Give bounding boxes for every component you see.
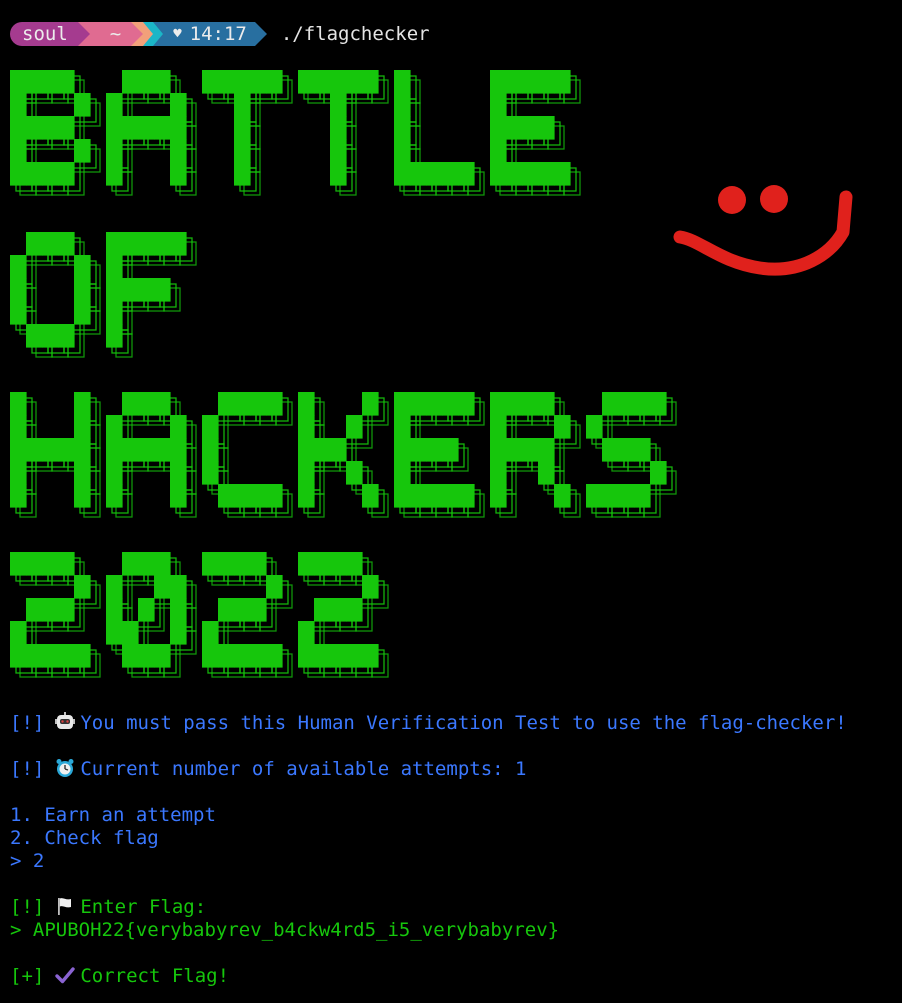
info-tag: [!] <box>10 758 45 780</box>
white-flag-icon <box>58 898 72 915</box>
banner-letter-b <box>10 70 101 196</box>
banner-line-battle <box>10 70 581 196</box>
smiley-mouth <box>673 190 853 276</box>
banner-letter-s <box>586 392 677 518</box>
banner-letter-t <box>298 70 389 196</box>
attempts-line: [!] Current number of available attempts:… <box>10 758 526 781</box>
attempts-text: Current number of available attempts: 1 <box>80 758 527 780</box>
banner-letter-2 <box>202 552 293 678</box>
enter-flag-line: [!] Enter Flag: <box>10 896 206 919</box>
banner-line-hackers <box>10 392 677 518</box>
info-tag: [!] <box>10 896 45 918</box>
menu-item-check-flag: 2. Check flag <box>10 827 159 849</box>
alarm-clock-icon <box>56 759 74 777</box>
menu-selection: > 2 <box>10 850 45 872</box>
banner-letter-f <box>106 232 197 358</box>
banner-letter-e <box>490 70 581 196</box>
result-text: Correct Flag! <box>80 965 230 987</box>
verification-line: [!] You must pass this Human Verification… <box>10 712 847 735</box>
banner-letter-o <box>10 232 101 358</box>
verification-text: You must pass this Human Verification Te… <box>80 712 847 734</box>
smiley-drawing <box>673 185 853 276</box>
smiley-right-eye <box>760 185 788 213</box>
check-mark-icon <box>55 967 76 984</box>
banner-letter-t <box>202 70 293 196</box>
info-tag: [!] <box>10 712 45 734</box>
banner-letter-h <box>10 392 101 518</box>
result-line: [+] Correct Flag! <box>10 965 229 988</box>
success-tag: [+] <box>10 965 45 987</box>
banner-letter-k <box>298 392 389 518</box>
banner-letter-r <box>490 392 581 518</box>
banner-letter-e <box>394 392 485 518</box>
enter-flag-text: Enter Flag: <box>80 896 207 918</box>
smiley-left-eye <box>718 186 746 214</box>
banner-letter-a <box>106 392 197 518</box>
flag-input[interactable]: > APUBOH22{verybabyrev_b4ckw4rd5_i5_very… <box>10 919 559 942</box>
banner-letter-l <box>394 70 485 196</box>
ascii-art-banner <box>10 70 677 678</box>
banner-letter-2 <box>298 552 389 678</box>
banner-letter-c <box>202 392 293 518</box>
robot-icon <box>55 712 76 729</box>
menu-item-earn-attempt: 1. Earn an attempt <box>10 804 216 826</box>
banner-line-of <box>10 232 197 358</box>
banner-line-2022 <box>10 552 389 678</box>
banner-letter-0 <box>106 552 197 678</box>
banner-letter-a <box>106 70 197 196</box>
banner-letter-2 <box>10 552 101 678</box>
